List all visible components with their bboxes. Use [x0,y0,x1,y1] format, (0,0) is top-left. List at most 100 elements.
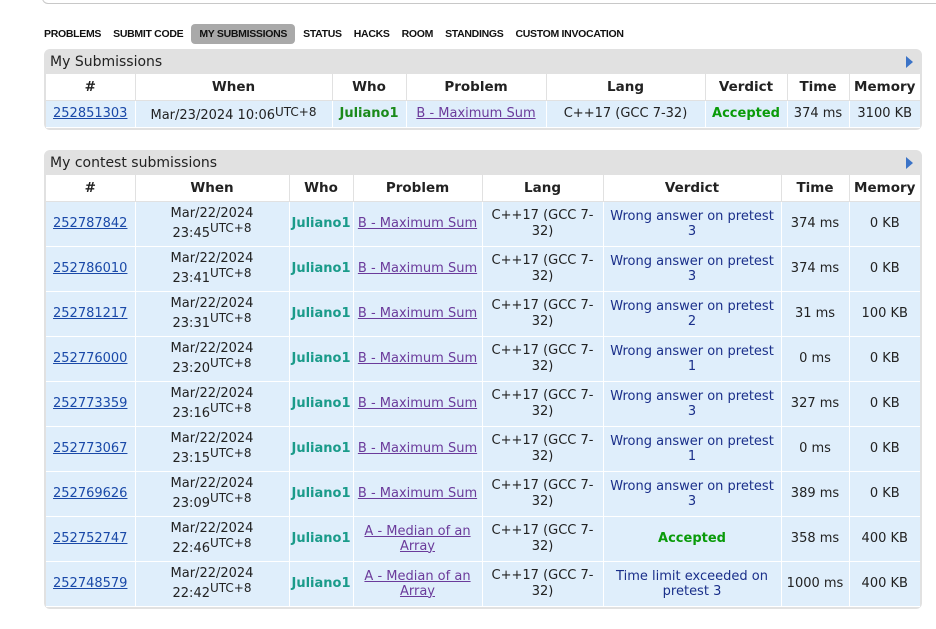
submission-lang: C++17 (GCC 7-32) [482,201,604,247]
user-link[interactable]: Juliano1 [291,306,350,321]
submission-id-link[interactable]: 252773359 [53,396,127,411]
submission-verdict: Wrong answer on pretest 1 [603,336,782,382]
table-row: 252851303 Mar/23/2024 10:06UTC+8 Juliano… [46,100,920,128]
submission-memory: 0 KB [849,471,920,517]
submission-time: 327 ms [781,381,850,427]
verdict-wrong-answer: Wrong answer on pretest 3 [610,253,774,284]
table-row: 252776000 Mar/22/2024 23:20UTC+8 Juliano1… [46,336,920,382]
problem-link[interactable]: B - Maximum Sum [358,306,477,321]
problem-link[interactable]: A - Median of an Array [364,569,470,599]
problem-link[interactable]: B - Maximum Sum [358,441,477,456]
menu-room[interactable]: ROOM [398,25,441,43]
right-triangle-icon[interactable] [906,56,913,68]
user-link[interactable]: Juliano1 [291,576,350,591]
menu-custom-invocation[interactable]: CUSTOM INVOCATION [511,25,631,43]
submission-time: 358 ms [781,516,850,562]
submission-time: 389 ms [781,471,850,517]
menu-hacks[interactable]: HACKS [350,25,398,43]
user-link[interactable]: Juliano1 [291,531,350,546]
problem-link[interactable]: B - Maximum Sum [358,486,477,501]
problem-link[interactable]: B - Maximum Sum [358,261,477,276]
user-link[interactable]: Juliano1 [291,351,350,366]
verdict-accepted: Accepted [658,531,726,546]
table-row: 252787842 Mar/22/2024 23:45UTC+8 Juliano1… [46,201,920,247]
table-row: 252786010 Mar/22/2024 23:41UTC+8 Juliano1… [46,246,920,292]
problem-cell: B - Maximum Sum [353,291,483,337]
verdict-wrong-answer: Wrong answer on pretest 3 [610,478,774,509]
menu-standings[interactable]: STANDINGS [441,25,511,43]
submission-memory: 0 KB [849,246,920,292]
submission-lang: C++17 (GCC 7-32) [482,471,604,517]
my-submissions-header: My Submissions [46,51,920,74]
col-header-when: When [135,175,290,202]
submission-memory: 0 KB [849,336,920,382]
verdict-wrong-answer: Wrong answer on pretest 1 [610,433,774,464]
submission-id-link[interactable]: 252851303 [53,106,127,121]
submission-time: 374 ms [781,246,850,292]
verdict-wrong-answer: Wrong answer on pretest 3 [610,388,774,419]
submission-when: Mar/22/2024 23:15UTC+8 [135,426,290,472]
col-header-id: # [46,175,136,202]
submission-id-link[interactable]: 252773067 [53,441,127,456]
problem-link[interactable]: B - Maximum Sum [358,216,477,231]
my-submissions-table: # When Who Problem Lang Verdict Time Mem… [46,74,920,128]
submission-id-link[interactable]: 252781217 [53,306,127,321]
col-header-lang: Lang [482,175,604,202]
problem-cell: B - Maximum Sum [353,381,483,427]
user-link[interactable]: Juliano1 [291,441,350,456]
problem-cell: B - Maximum Sum [353,246,483,292]
table-row: 252748579 Mar/22/2024 22:42UTC+8 Juliano1… [46,561,920,607]
col-header-lang: Lang [546,74,706,101]
col-header-problem: Problem [406,74,547,101]
submission-id-link[interactable]: 252776000 [53,351,127,366]
submission-memory: 0 KB [849,381,920,427]
problem-link[interactable]: A - Median of an Array [364,524,470,554]
menu-status[interactable]: STATUS [299,25,350,43]
submission-lang: C++17 (GCC 7-32) [482,516,604,562]
submission-lang: C++17 (GCC 7-32) [482,291,604,337]
user-link[interactable]: Juliano1 [291,486,350,501]
user-link[interactable]: Juliano1 [291,396,350,411]
right-triangle-icon[interactable] [906,157,913,169]
my-submissions-box: My Submissions # When Who Problem Lang V… [44,49,922,130]
my-submissions-title: My Submissions [50,54,163,70]
col-header-time: Time [787,74,850,101]
submission-id-link[interactable]: 252787842 [53,216,127,231]
submission-time: 1000 ms [781,561,850,607]
contest-menu: PROBLEMS SUBMIT CODE MY SUBMISSIONS STAT… [40,24,632,44]
submission-when: Mar/22/2024 23:16UTC+8 [135,381,290,427]
contest-submissions-box: My contest submissions # When Who Proble… [44,150,922,609]
table-row: 252781217 Mar/22/2024 23:31UTC+8 Juliano1… [46,291,920,337]
user-link[interactable]: Juliano1 [291,261,350,276]
submission-when: Mar/22/2024 23:31UTC+8 [135,291,290,337]
problem-link[interactable]: B - Maximum Sum [358,351,477,366]
verdict-wrong-answer: Wrong answer on pretest 2 [610,298,774,329]
submission-time: 31 ms [781,291,850,337]
submission-lang: C++17 (GCC 7-32) [482,336,604,382]
menu-my-submissions[interactable]: MY SUBMISSIONS [191,24,296,44]
problem-link[interactable]: B - Maximum Sum [358,396,477,411]
col-header-when: When [135,74,333,101]
submission-lang: C++17 (GCC 7-32) [482,381,604,427]
submission-id-link[interactable]: 252786010 [53,261,127,276]
user-link[interactable]: Juliano1 [339,106,398,121]
submission-id-link[interactable]: 252748579 [53,576,127,591]
problem-cell: B - Maximum Sum [353,201,483,247]
submission-verdict: Wrong answer on pretest 3 [603,381,782,427]
submission-verdict: Wrong answer on pretest 3 [603,471,782,517]
contest-submissions-table: # When Who Problem Lang Verdict Time Mem… [46,175,920,607]
submission-verdict: Wrong answer on pretest 1 [603,426,782,472]
problem-link[interactable]: B - Maximum Sum [416,106,535,121]
menu-problems[interactable]: PROBLEMS [40,25,109,43]
table-row: 252769626 Mar/22/2024 23:09UTC+8 Juliano1… [46,471,920,517]
submission-lang: C++17 (GCC 7-32) [546,100,706,128]
verdict-accepted: Accepted [712,106,780,121]
user-link[interactable]: Juliano1 [291,216,350,231]
submission-memory: 0 KB [849,201,920,247]
submission-memory: 0 KB [849,426,920,472]
submission-memory: 3100 KB [849,100,920,128]
submission-id-link[interactable]: 252752747 [53,531,127,546]
menu-submit-code[interactable]: SUBMIT CODE [109,25,191,43]
col-header-who: Who [332,74,407,101]
submission-id-link[interactable]: 252769626 [53,486,127,501]
